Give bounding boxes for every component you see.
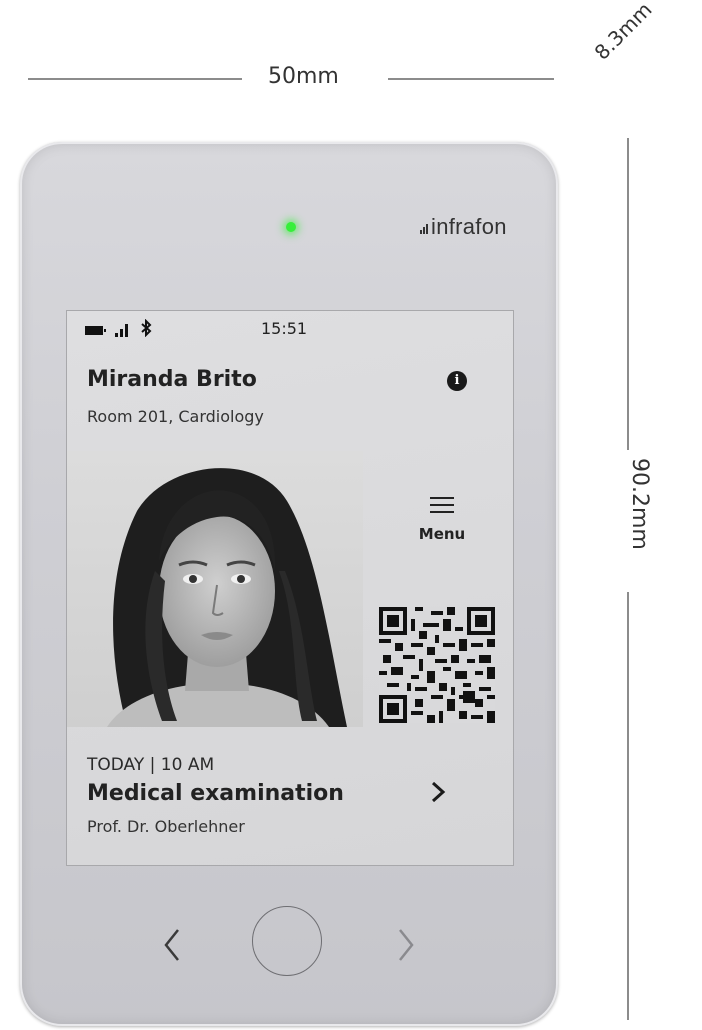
appointment-title[interactable]: Medical examination <box>87 781 344 806</box>
chevron-left-icon[interactable] <box>160 926 184 964</box>
depth-dimension-value: 8.3mm <box>589 0 657 65</box>
brand-name: infrafon <box>431 214 507 239</box>
brand-bars-icon <box>420 214 429 240</box>
battery-icon <box>85 325 106 335</box>
patient-room: Room 201, Cardiology <box>87 407 264 426</box>
bluetooth-icon <box>140 318 152 341</box>
hamburger-menu-icon <box>430 497 454 513</box>
info-icon[interactable]: i <box>447 371 467 391</box>
width-dimension-line-right <box>388 78 554 80</box>
width-dimension-label: 50mm <box>268 64 339 89</box>
home-button[interactable] <box>252 906 322 976</box>
patient-name: Miranda Brito <box>87 367 257 392</box>
depth-dimension-label: 8.3mm <box>590 0 657 64</box>
height-dimension-line-bottom <box>627 592 629 1020</box>
status-led <box>286 222 296 232</box>
device-body: infrafon 15:51 Miranda Brito Room 201, C… <box>20 142 558 1026</box>
status-time: 15:51 <box>261 319 308 338</box>
patient-photo <box>67 451 363 727</box>
width-dimension-line-left <box>28 78 242 80</box>
height-dimension-label: 90.2mm <box>627 458 652 550</box>
status-bar <box>85 318 152 341</box>
qr-code <box>379 607 495 723</box>
signal-icon <box>115 323 128 337</box>
appointment-doctor: Prof. Dr. Oberlehner <box>87 817 245 836</box>
menu-label: Menu <box>418 525 466 543</box>
chevron-right-icon[interactable] <box>423 777 453 807</box>
menu-button[interactable]: Menu <box>397 497 487 567</box>
height-dimension-line-top <box>627 138 629 450</box>
brand-logo: infrafon <box>420 214 507 240</box>
chevron-right-nav-icon[interactable] <box>394 926 418 964</box>
device-screen: 15:51 Miranda Brito Room 201, Cardiology… <box>66 310 514 866</box>
appointment-time: TODAY | 10 AM <box>87 755 215 775</box>
